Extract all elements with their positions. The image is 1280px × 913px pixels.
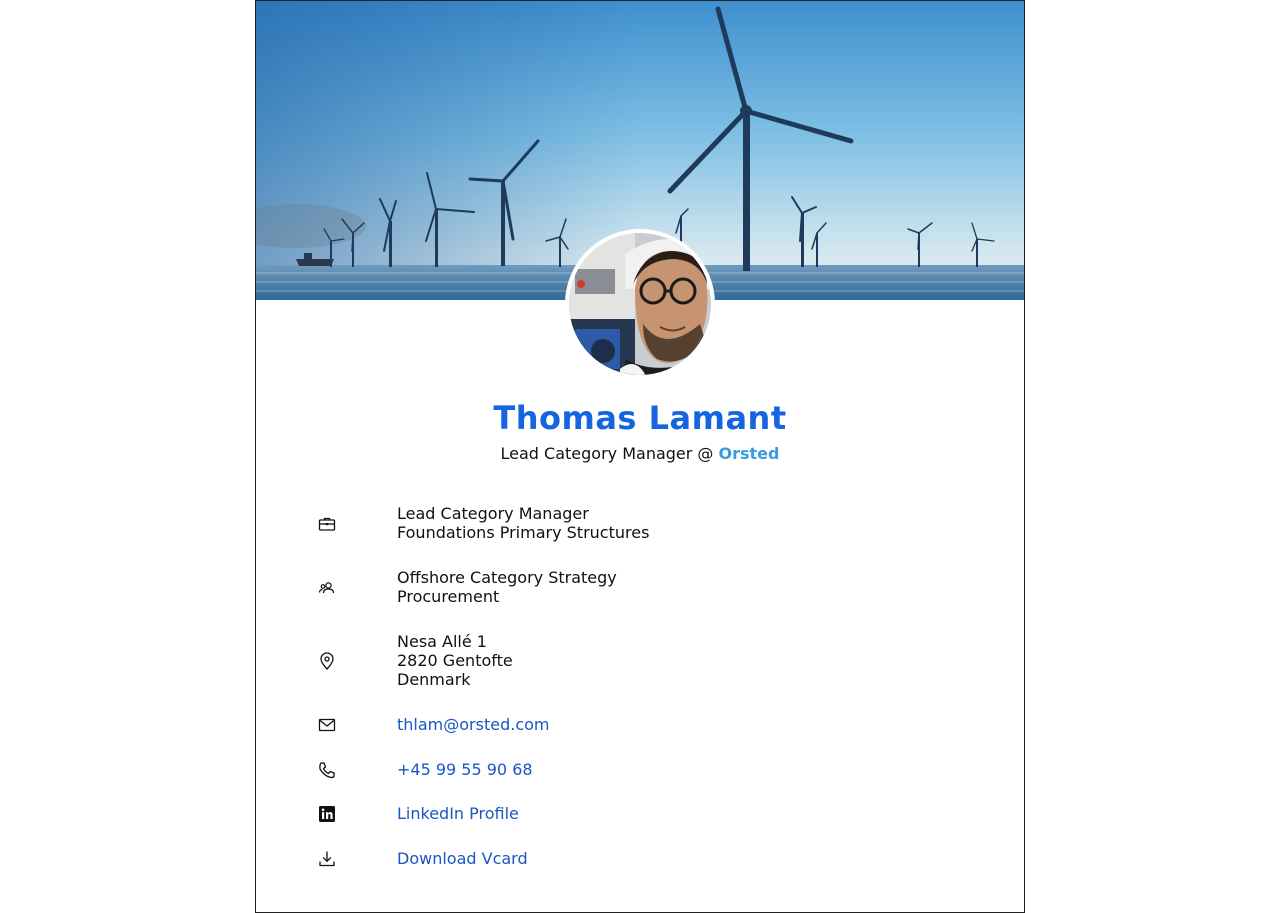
role-department: Foundations Primary Structures: [397, 523, 650, 542]
phone-link[interactable]: +45 99 55 90 68: [397, 760, 533, 779]
team-name: Offshore Category Strategy: [397, 568, 617, 587]
team-text: Offshore Category Strategy Procurement: [397, 568, 617, 606]
users-icon: [317, 578, 337, 598]
person-name: Thomas Lamant: [493, 399, 787, 437]
download-vcard-link[interactable]: Download Vcard: [397, 849, 528, 868]
phone-text: +45 99 55 90 68: [397, 760, 533, 779]
map-pin-icon: [317, 651, 337, 671]
company-name: Orsted: [718, 444, 780, 463]
email-text: thlam@orsted.com: [397, 715, 549, 734]
briefcase-icon: [317, 514, 337, 534]
role-title: Lead Category Manager: [397, 504, 589, 523]
linkedin-profile-link[interactable]: LinkedIn Profile: [397, 804, 519, 823]
linkedin-text: LinkedIn Profile: [397, 804, 519, 823]
job-headline: Lead Category Manager @ Orsted: [256, 444, 1024, 463]
download-icon[interactable]: [317, 849, 337, 869]
address-text: Nesa Allé 1 2820 Gentofte Denmark: [397, 632, 513, 689]
vcard-text: Download Vcard: [397, 849, 528, 868]
address-street: Nesa Allé 1: [397, 632, 487, 651]
linkedin-icon[interactable]: [317, 804, 337, 824]
address-country: Denmark: [397, 670, 471, 689]
team-function: Procurement: [397, 587, 500, 606]
job-headline-title: Lead Category Manager @: [500, 444, 719, 463]
phone-icon: [317, 760, 337, 780]
business-card: Thomas Lamant Lead Category Manager @ Or…: [255, 0, 1025, 913]
envelope-icon: [317, 715, 337, 735]
profile-photo: [565, 229, 715, 379]
address-city: 2820 Gentofte: [397, 651, 513, 670]
role-text: Lead Category Manager Foundations Primar…: [397, 504, 649, 542]
email-link[interactable]: thlam@orsted.com: [397, 715, 549, 734]
